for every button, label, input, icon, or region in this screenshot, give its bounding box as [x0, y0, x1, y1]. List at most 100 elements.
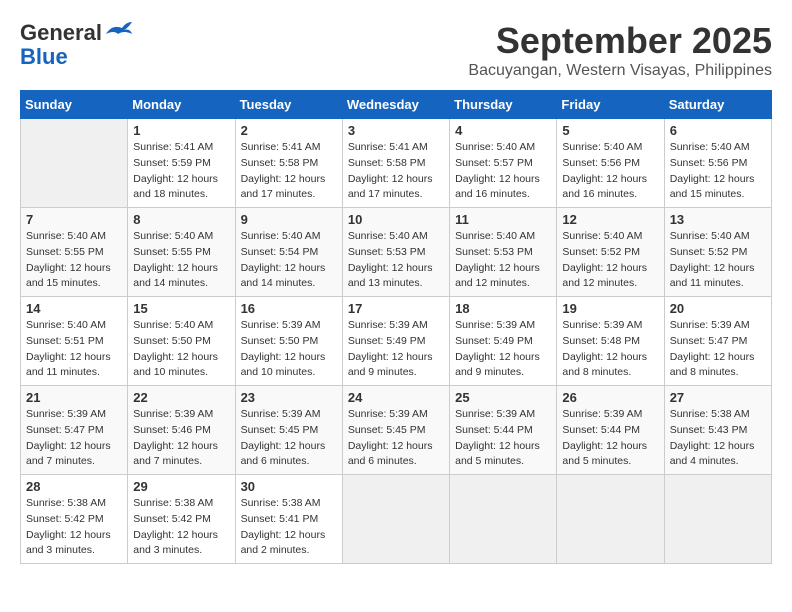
day-info: Sunrise: 5:40 AMSunset: 5:50 PMDaylight:…	[133, 318, 229, 381]
day-number: 11	[455, 212, 551, 227]
day-number: 15	[133, 301, 229, 316]
day-number: 28	[26, 479, 122, 494]
day-info: Sunrise: 5:38 AMSunset: 5:43 PMDaylight:…	[670, 407, 766, 470]
calendar-week-row: 7 Sunrise: 5:40 AMSunset: 5:55 PMDaylight…	[21, 208, 772, 297]
calendar-cell: 5 Sunrise: 5:40 AMSunset: 5:56 PMDaylight…	[557, 119, 664, 208]
day-info: Sunrise: 5:39 AMSunset: 5:49 PMDaylight:…	[348, 318, 444, 381]
day-number: 3	[348, 123, 444, 138]
calendar-table: SundayMondayTuesdayWednesdayThursdayFrid…	[20, 90, 772, 564]
day-info: Sunrise: 5:40 AMSunset: 5:53 PMDaylight:…	[348, 229, 444, 292]
calendar-cell: 6Sunrise: 5:40 AMSunset: 5:56 PMDaylight…	[664, 119, 771, 208]
calendar-cell	[21, 119, 128, 208]
day-info: Sunrise: 5:39 AMSunset: 5:44 PMDaylight:…	[455, 407, 551, 470]
calendar-cell: 1Sunrise: 5:41 AMSunset: 5:59 PMDaylight…	[128, 119, 235, 208]
calendar-cell	[664, 475, 771, 564]
day-number: 7	[26, 212, 122, 227]
calendar-cell: 11 Sunrise: 5:40 AMSunset: 5:53 PMDayligh…	[450, 208, 557, 297]
calendar-cell: 7 Sunrise: 5:40 AMSunset: 5:55 PMDaylight…	[21, 208, 128, 297]
day-info: Sunrise: 5:39 AMSunset: 5:46 PMDaylight:…	[133, 407, 229, 470]
calendar-cell: 29 Sunrise: 5:38 AMSunset: 5:42 PMDayligh…	[128, 475, 235, 564]
calendar-cell	[557, 475, 664, 564]
day-number: 18	[455, 301, 551, 316]
day-number: 27	[670, 390, 766, 405]
day-number: 29	[133, 479, 229, 494]
day-number: 19	[562, 301, 658, 316]
weekday-header-thursday: Thursday	[450, 91, 557, 119]
day-info: Sunrise: 5:38 AMSunset: 5:42 PMDaylight:…	[26, 496, 122, 559]
logo-bird-icon	[104, 20, 134, 42]
day-number: 4	[455, 123, 551, 138]
calendar-cell: 8 Sunrise: 5:40 AMSunset: 5:55 PMDaylight…	[128, 208, 235, 297]
calendar-cell: 16Sunrise: 5:39 AMSunset: 5:50 PMDayligh…	[235, 297, 342, 386]
day-info: Sunrise: 5:39 AMSunset: 5:45 PMDaylight:…	[241, 407, 337, 470]
calendar-cell: 20 Sunrise: 5:39 AMSunset: 5:47 PMDayligh…	[664, 297, 771, 386]
day-number: 2	[241, 123, 337, 138]
day-number: 23	[241, 390, 337, 405]
calendar-cell: 30 Sunrise: 5:38 AMSunset: 5:41 PMDayligh…	[235, 475, 342, 564]
day-info: Sunrise: 5:39 AMSunset: 5:49 PMDaylight:…	[455, 318, 551, 381]
calendar-week-row: 21 Sunrise: 5:39 AMSunset: 5:47 PMDayligh…	[21, 386, 772, 475]
weekday-header-friday: Friday	[557, 91, 664, 119]
day-info: Sunrise: 5:40 AMSunset: 5:55 PMDaylight:…	[26, 229, 122, 292]
day-number: 8	[133, 212, 229, 227]
calendar-cell: 14Sunrise: 5:40 AMSunset: 5:51 PMDayligh…	[21, 297, 128, 386]
logo: General Blue	[20, 20, 134, 70]
page-header: General Blue September 2025 Bacuyangan, …	[20, 20, 772, 80]
calendar-cell: 21 Sunrise: 5:39 AMSunset: 5:47 PMDayligh…	[21, 386, 128, 475]
calendar-cell: 2 Sunrise: 5:41 AMSunset: 5:58 PMDaylight…	[235, 119, 342, 208]
calendar-cell: 9Sunrise: 5:40 AMSunset: 5:54 PMDaylight…	[235, 208, 342, 297]
day-number: 12	[562, 212, 658, 227]
day-number: 13	[670, 212, 766, 227]
day-info: Sunrise: 5:39 AMSunset: 5:45 PMDaylight:…	[348, 407, 444, 470]
day-info: Sunrise: 5:41 AMSunset: 5:58 PMDaylight:…	[348, 140, 444, 203]
calendar-week-row: 28 Sunrise: 5:38 AMSunset: 5:42 PMDayligh…	[21, 475, 772, 564]
weekday-header-sunday: Sunday	[21, 91, 128, 119]
day-info: Sunrise: 5:38 AMSunset: 5:42 PMDaylight:…	[133, 496, 229, 559]
day-number: 22	[133, 390, 229, 405]
logo-general: General	[20, 20, 102, 46]
day-info: Sunrise: 5:40 AMSunset: 5:52 PMDaylight:…	[670, 229, 766, 292]
day-info: Sunrise: 5:40 AMSunset: 5:56 PMDaylight:…	[670, 140, 766, 203]
calendar-cell: 23 Sunrise: 5:39 AMSunset: 5:45 PMDayligh…	[235, 386, 342, 475]
day-number: 25	[455, 390, 551, 405]
calendar-week-row: 1Sunrise: 5:41 AMSunset: 5:59 PMDaylight…	[21, 119, 772, 208]
calendar-cell: 4Sunrise: 5:40 AMSunset: 5:57 PMDaylight…	[450, 119, 557, 208]
day-info: Sunrise: 5:38 AMSunset: 5:41 PMDaylight:…	[241, 496, 337, 559]
day-info: Sunrise: 5:40 AMSunset: 5:55 PMDaylight:…	[133, 229, 229, 292]
calendar-cell: 18 Sunrise: 5:39 AMSunset: 5:49 PMDayligh…	[450, 297, 557, 386]
calendar-cell: 25 Sunrise: 5:39 AMSunset: 5:44 PMDayligh…	[450, 386, 557, 475]
day-info: Sunrise: 5:40 AMSunset: 5:51 PMDaylight:…	[26, 318, 122, 381]
day-number: 21	[26, 390, 122, 405]
calendar-cell: 10 Sunrise: 5:40 AMSunset: 5:53 PMDayligh…	[342, 208, 449, 297]
day-info: Sunrise: 5:39 AMSunset: 5:48 PMDaylight:…	[562, 318, 658, 381]
weekday-header-monday: Monday	[128, 91, 235, 119]
day-number: 10	[348, 212, 444, 227]
calendar-cell	[342, 475, 449, 564]
calendar-cell: 26 Sunrise: 5:39 AMSunset: 5:44 PMDayligh…	[557, 386, 664, 475]
title-block: September 2025 Bacuyangan, Western Visay…	[468, 20, 772, 80]
day-info: Sunrise: 5:41 AMSunset: 5:59 PMDaylight:…	[133, 140, 229, 203]
calendar-week-row: 14Sunrise: 5:40 AMSunset: 5:51 PMDayligh…	[21, 297, 772, 386]
weekday-header-tuesday: Tuesday	[235, 91, 342, 119]
location-subtitle: Bacuyangan, Western Visayas, Philippines	[468, 62, 772, 80]
month-title: September 2025	[468, 20, 772, 62]
calendar-cell	[450, 475, 557, 564]
day-number: 20	[670, 301, 766, 316]
day-info: Sunrise: 5:39 AMSunset: 5:47 PMDaylight:…	[26, 407, 122, 470]
day-info: Sunrise: 5:39 AMSunset: 5:44 PMDaylight:…	[562, 407, 658, 470]
day-info: Sunrise: 5:39 AMSunset: 5:50 PMDaylight:…	[241, 318, 337, 381]
calendar-cell: 24Sunrise: 5:39 AMSunset: 5:45 PMDayligh…	[342, 386, 449, 475]
day-number: 30	[241, 479, 337, 494]
calendar-cell: 15 Sunrise: 5:40 AMSunset: 5:50 PMDayligh…	[128, 297, 235, 386]
day-number: 17	[348, 301, 444, 316]
day-number: 5	[562, 123, 658, 138]
day-info: Sunrise: 5:41 AMSunset: 5:58 PMDaylight:…	[241, 140, 337, 203]
calendar-cell: 28 Sunrise: 5:38 AMSunset: 5:42 PMDayligh…	[21, 475, 128, 564]
day-info: Sunrise: 5:39 AMSunset: 5:47 PMDaylight:…	[670, 318, 766, 381]
day-number: 9	[241, 212, 337, 227]
calendar-cell: 12Sunrise: 5:40 AMSunset: 5:52 PMDayligh…	[557, 208, 664, 297]
day-info: Sunrise: 5:40 AMSunset: 5:53 PMDaylight:…	[455, 229, 551, 292]
day-number: 26	[562, 390, 658, 405]
day-info: Sunrise: 5:40 AMSunset: 5:56 PMDaylight:…	[562, 140, 658, 203]
calendar-cell: 27 Sunrise: 5:38 AMSunset: 5:43 PMDayligh…	[664, 386, 771, 475]
